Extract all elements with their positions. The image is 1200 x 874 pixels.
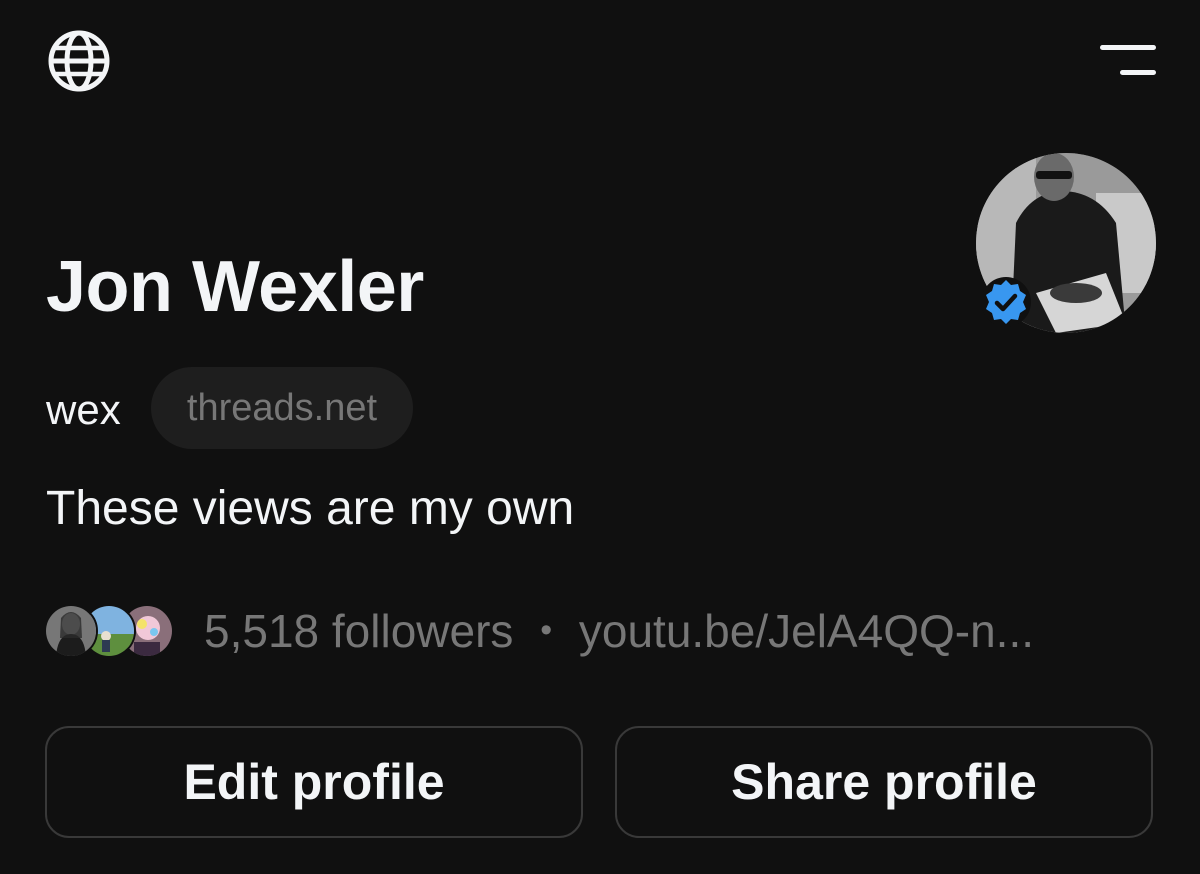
domain-badge[interactable]: threads.net xyxy=(151,367,413,449)
followers-row: 5,518 followers • youtu.be/JelA4QQ-n... xyxy=(204,603,1034,664)
bio: These views are my own xyxy=(46,482,575,535)
menu-button[interactable] xyxy=(1092,38,1162,82)
followers-count[interactable]: 5,518 followers xyxy=(204,605,513,657)
display-name: Jon Wexler xyxy=(46,247,424,327)
profile-link[interactable]: youtu.be/JelA4QQ-n... xyxy=(579,605,1034,657)
follower-avatars[interactable] xyxy=(44,604,176,658)
verified-badge-icon xyxy=(980,276,1032,328)
username: wex xyxy=(46,386,121,433)
share-profile-button[interactable]: Share profile xyxy=(615,726,1153,838)
globe-icon xyxy=(48,30,110,92)
follower-avatar xyxy=(44,604,98,658)
globe-button[interactable] xyxy=(44,26,114,96)
separator: • xyxy=(540,611,553,649)
edit-profile-button[interactable]: Edit profile xyxy=(45,726,583,838)
